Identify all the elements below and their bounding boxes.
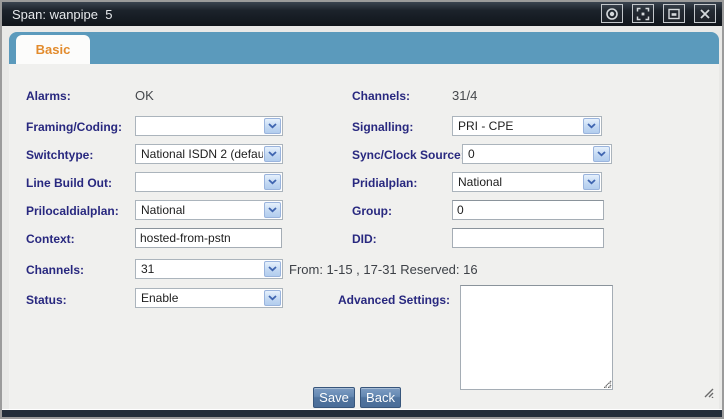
prilocaldialplan-label: Prilocaldialplan:	[26, 203, 119, 219]
tab-strip: Basic	[9, 32, 719, 64]
did-label: DID:	[352, 231, 377, 247]
channels-select-label: Channels:	[26, 262, 84, 278]
chevron-down-icon	[264, 174, 281, 190]
chevron-down-icon	[583, 174, 600, 190]
window-controls	[601, 4, 716, 23]
restore-button[interactable]	[663, 4, 685, 23]
signalling-select-value: PRI - CPE	[458, 118, 582, 135]
signalling-label: Signalling:	[352, 119, 413, 135]
context-label: Context:	[26, 231, 75, 247]
advanced-settings-label: Advanced Settings:	[332, 292, 450, 308]
window-bottom-edge	[2, 409, 722, 417]
line-build-out-label: Line Build Out:	[26, 175, 112, 191]
chevron-down-icon	[264, 261, 281, 277]
did-input[interactable]	[452, 228, 604, 248]
channels-select-value: 31	[141, 261, 263, 278]
signalling-select[interactable]: PRI - CPE	[452, 116, 602, 136]
window-resize-grip[interactable]	[701, 385, 714, 403]
channels-range-note: From: 1-15 , 17-31 Reserved: 16	[289, 262, 478, 278]
channels-info-value: 31/4	[452, 88, 477, 104]
group-label: Group:	[352, 203, 392, 219]
chevron-down-icon	[264, 118, 281, 134]
pridialplan-label: Pridialplan:	[352, 175, 417, 191]
switchtype-label: Switchtype:	[26, 147, 93, 163]
sync-clock-select-value: 0	[468, 146, 592, 163]
pridialplan-select[interactable]: National	[452, 172, 602, 192]
prilocaldialplan-select-value: National	[141, 202, 263, 219]
context-input[interactable]	[135, 228, 282, 248]
sync-clock-label: Sync/Clock Source:	[352, 147, 465, 163]
group-input[interactable]	[452, 200, 604, 220]
chevron-down-icon	[583, 118, 600, 134]
maximize-button[interactable]	[632, 4, 654, 23]
status-select[interactable]: Enable	[135, 288, 283, 308]
chevron-down-icon	[264, 290, 281, 306]
window-titlebar[interactable]: Span: wanpipe 5	[2, 2, 722, 26]
span-config-window: Span: wanpipe 5	[0, 0, 724, 419]
tab-basic-label: Basic	[36, 42, 71, 57]
switchtype-select[interactable]: National ISDN 2 (default)	[135, 144, 283, 164]
chevron-down-icon	[593, 146, 610, 162]
back-button[interactable]: Back	[360, 387, 401, 408]
shade-button[interactable]	[601, 4, 623, 23]
pridialplan-select-value: National	[458, 174, 582, 191]
advanced-settings-textarea[interactable]	[460, 285, 613, 390]
alarms-value: OK	[135, 88, 154, 104]
chevron-down-icon	[264, 146, 281, 162]
switchtype-select-value: National ISDN 2 (default)	[141, 146, 263, 163]
close-icon	[699, 8, 711, 20]
tab-basic[interactable]: Basic	[16, 35, 90, 64]
maximize-icon	[636, 7, 650, 21]
channels-info-label: Channels:	[352, 88, 410, 104]
shade-icon	[605, 7, 619, 21]
framing-coding-label: Framing/Coding:	[26, 119, 122, 135]
chevron-down-icon	[264, 202, 281, 218]
close-button[interactable]	[694, 4, 716, 23]
window-title: Span: wanpipe 5	[2, 7, 112, 22]
restore-icon	[667, 7, 681, 21]
alarms-label: Alarms:	[26, 88, 71, 104]
status-label: Status:	[26, 292, 67, 308]
channels-select[interactable]: 31	[135, 259, 283, 279]
framing-coding-select[interactable]	[135, 116, 283, 136]
line-build-out-select[interactable]	[135, 172, 283, 192]
sync-clock-select[interactable]: 0	[462, 144, 612, 164]
status-select-value: Enable	[141, 290, 263, 307]
save-button[interactable]: Save	[313, 387, 355, 408]
prilocaldialplan-select[interactable]: National	[135, 200, 283, 220]
